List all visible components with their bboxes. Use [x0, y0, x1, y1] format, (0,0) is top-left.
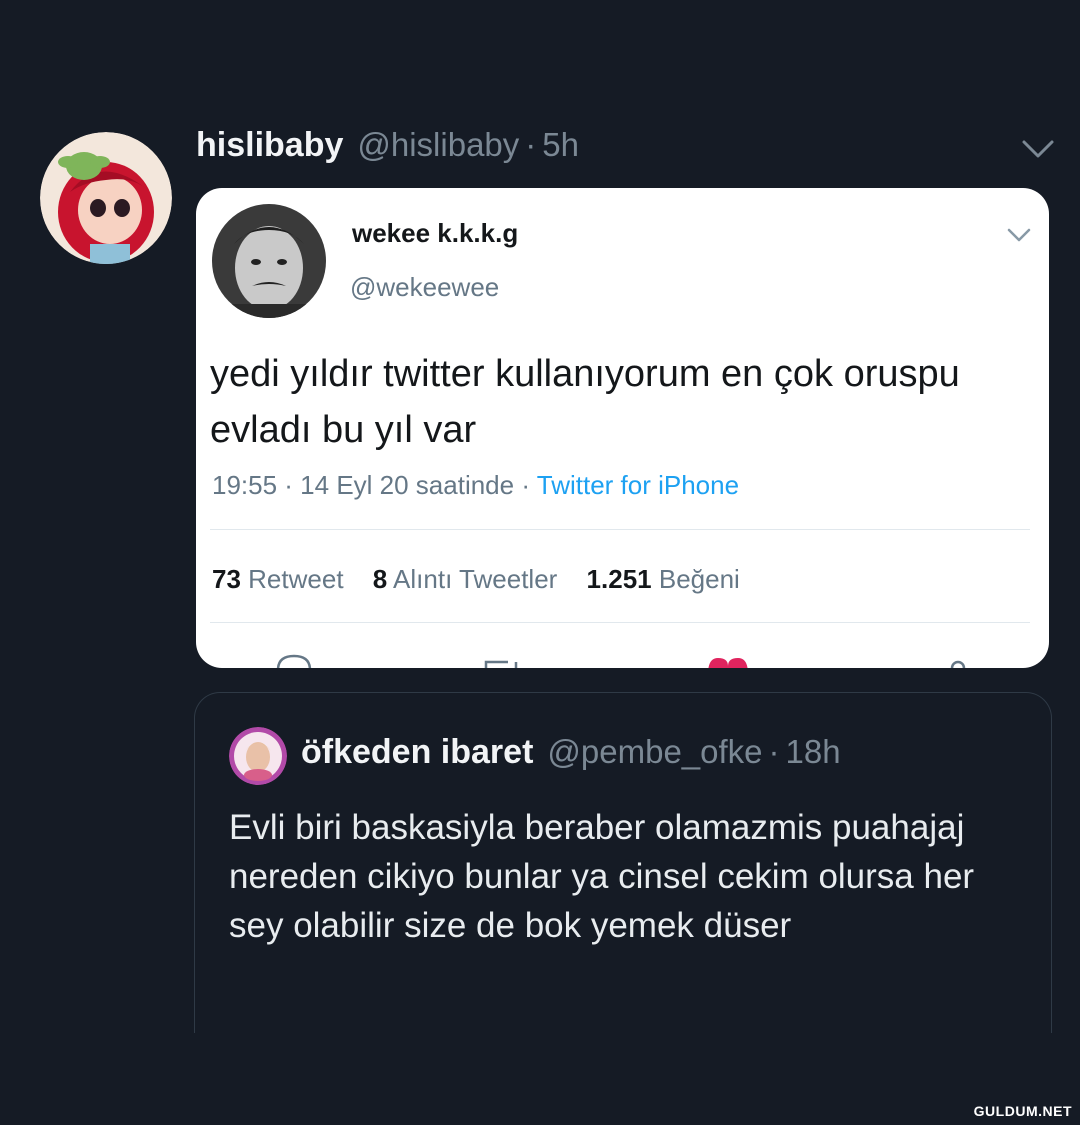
- author-avatar[interactable]: [40, 132, 172, 264]
- author-name[interactable]: hislibaby: [196, 126, 343, 165]
- embedded-author-name: wekee k.k.k.g: [352, 218, 519, 248]
- tweet-header: hislibaby @hislibaby · 5h: [196, 126, 579, 176]
- embedded-tweet-text: yedi yıldır twitter kullanıyorum en çok …: [210, 353, 960, 451]
- author-handle[interactable]: @hislibaby: [357, 126, 519, 164]
- quoted-header: öfkeden ibaret @pembe_ofke · 18h: [301, 733, 841, 772]
- like-count: 1.251: [586, 564, 652, 594]
- like-icon: [708, 658, 748, 668]
- tweet-time[interactable]: 5h: [542, 126, 579, 164]
- chevron-down-icon[interactable]: [1018, 134, 1058, 164]
- embedded-author-avatar: [212, 204, 326, 318]
- chevron-down-icon: [1004, 224, 1034, 248]
- meta-separator: ·: [514, 470, 537, 500]
- quoted-time: 18h: [785, 733, 841, 770]
- quoted-tweet-text: Evli biri baskasiyla beraber olamazmis p…: [229, 808, 975, 945]
- divider: [210, 529, 1030, 530]
- embedded-author-handle: @wekeewee: [350, 272, 500, 302]
- header-separator: ·: [525, 126, 537, 163]
- embedded-source: Twitter for iPhone: [536, 470, 740, 500]
- embedded-timestamp: 19:55 · 14 Eyl 20 saatinde: [212, 470, 515, 500]
- like-label: Beğeni: [658, 564, 740, 594]
- reply-icon: [276, 654, 312, 668]
- embedded-action-bar: [196, 644, 1049, 668]
- quoted-author-handle: @pembe_ofke: [547, 733, 763, 770]
- share-icon: [950, 660, 966, 668]
- quoted-author-avatar: [229, 727, 287, 785]
- quote-label: Alıntı Tweetler: [393, 564, 558, 594]
- watermark: GULDUM.NET: [973, 1103, 1072, 1119]
- quoted-tweet[interactable]: öfkeden ibaret @pembe_ofke · 18h Evli bi…: [194, 692, 1052, 1033]
- retweet-count: 73: [212, 564, 241, 594]
- embedded-tweet-meta: 19:55 · 14 Eyl 20 saatinde · Twitter for…: [212, 470, 739, 501]
- header-separator: ·: [768, 733, 780, 770]
- quote-count: 8: [372, 564, 388, 594]
- embedded-stats: 73 Retweet 8 Alıntı Tweetler 1.251 Beğen…: [212, 564, 762, 595]
- quoted-author-name: öfkeden ibaret: [301, 733, 534, 771]
- retweet-label: Retweet: [248, 564, 344, 594]
- retweet-icon: [484, 660, 518, 668]
- divider: [210, 622, 1030, 623]
- embedded-tweet-image[interactable]: wekee k.k.k.g @wekeewee yedi yıldır twit…: [196, 188, 1049, 668]
